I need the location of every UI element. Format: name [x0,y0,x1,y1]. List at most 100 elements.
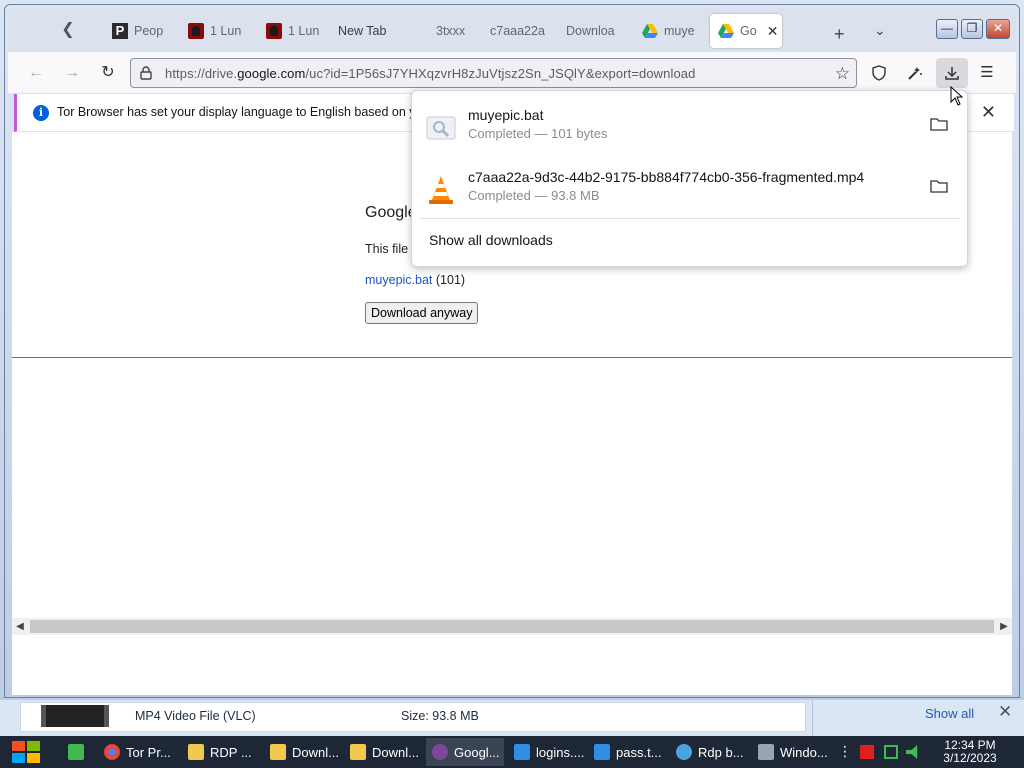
show-all-downloads-button[interactable]: Show all downloads [429,232,553,248]
tab-new-tab[interactable]: New Tab [330,14,410,48]
google-drive-icon [642,24,658,38]
tab-people[interactable]: P Peop [104,14,170,48]
virus-scan-warning-text: This file [365,242,409,256]
file-info: muyepic.bat (101) [365,273,465,287]
vlc-cone-icon [429,176,453,204]
taskbar-tor-browser[interactable]: Googl... [426,738,504,766]
tab-muyepic[interactable]: muye [634,14,704,48]
tab-scroll-left-icon[interactable]: ❮ [56,18,80,42]
downloads-panel: muyepic.bat Completed — 101 bytes c7aaa2… [411,90,968,267]
url-prefix: https://drive. [165,66,238,81]
tab-strip: ❮ P Peop 1 Lun 1 Lun New Tab 3txxx c7aaa… [8,8,1016,52]
explorer-details-pane: MP4 Video File (VLC) Size: 93.8 MB [0,700,1024,736]
url-text[interactable]: https://drive.google.com/uc?id=1P56sJ7YH… [165,66,695,81]
download-status: Completed — 93.8 MB [468,188,600,203]
taskbar-notepadpp[interactable] [62,738,92,766]
page-title: Google [365,204,417,221]
bookmark-star-icon[interactable]: ☆ [835,64,850,84]
tray-overflow-icon[interactable]: ⋮ [838,744,852,758]
taskbar-tor-project[interactable]: Tor Pr... [98,738,178,766]
tor-circuit-broom-icon[interactable] [904,62,926,84]
tab-label: 1 Lun [210,24,242,38]
tab-label: Go [740,24,757,38]
taskbar-vscode-logins[interactable]: logins.... [508,738,586,766]
reload-icon[interactable]: ↻ [96,61,120,85]
taskbar-windows[interactable]: Windo... [752,738,830,766]
downloads-icon[interactable] [936,58,968,88]
tab-label: muye [664,24,695,38]
hamburger-menu-icon[interactable]: ☰ [976,62,998,84]
download-anyway-button[interactable]: Download anyway [365,302,479,324]
tab-list-chevron-icon[interactable]: ⌄ [874,22,886,39]
tab-lun-1[interactable]: 1 Lun [180,14,250,48]
google-drive-icon [718,24,734,38]
scrollbar-thumb[interactable] [30,620,994,633]
notepadpp-icon [68,744,84,760]
download-item[interactable]: c7aaa22a-9d3c-44b2-9175-bb884f774cb0-356… [412,161,967,217]
taskbar-label: RDP ... [210,744,252,760]
taskbar-label: Downl... [292,744,339,760]
download-filename: muyepic.bat [468,107,544,123]
download-item[interactable]: muyepic.bat Completed — 101 bytes [412,99,967,155]
info-icon: i [33,105,49,121]
minimize-button[interactable]: — [936,19,958,39]
mouse-cursor-icon [950,86,964,106]
windows-start-icon[interactable] [8,739,44,765]
taskbar-vscode-pass[interactable]: pass.t... [588,738,666,766]
tab-3txxx[interactable]: 3txxx [428,14,478,48]
taskbar-downloads-folder-2[interactable]: Downl... [344,738,422,766]
clock[interactable]: 12:34 PM 3/12/2023 [940,739,1000,765]
bat-file-icon [426,116,456,140]
show-all-link[interactable]: Show all [925,706,974,721]
tor-browser-icon [432,744,448,760]
taskbar-rdp-folder[interactable]: RDP ... [182,738,260,766]
video-thumbnail [41,705,109,727]
folder-icon[interactable] [930,178,948,194]
monitor-icon [758,744,774,760]
file-size: (101) [435,273,466,287]
globe-icon [676,744,692,760]
red-mask-icon [266,23,282,39]
taskbar-label: Googl... [454,744,500,760]
folder-icon [350,744,366,760]
clock-date: 3/12/2023 [943,751,997,765]
taskbar: Tor Pr... RDP ... Downl... Downl... Goog… [0,736,1024,768]
file-link[interactable]: muyepic.bat [365,273,432,287]
folder-icon[interactable] [930,116,948,132]
scroll-right-arrow-icon[interactable]: ▶ [996,618,1012,635]
url-bar[interactable]: https://drive.google.com/uc?id=1P56sJ7YH… [130,58,857,88]
tab-label: Downloa [566,24,615,38]
tab-label: 1 Lun [288,24,320,38]
back-arrow-icon[interactable]: ← [24,61,48,85]
tab-google-active[interactable]: Go ✕ [710,14,782,48]
close-window-button[interactable]: ✕ [986,19,1010,39]
horizontal-scrollbar[interactable]: ◀ ▶ [12,618,1012,635]
tab-lun-2[interactable]: 1 Lun [258,14,328,48]
red-mask-icon [188,23,204,39]
lock-icon[interactable] [139,66,153,80]
taskbar-downloads-folder[interactable]: Downl... [264,738,342,766]
scroll-left-arrow-icon[interactable]: ◀ [12,618,28,635]
taskbar-label: Windo... [780,744,828,760]
close-icon[interactable]: ✕ [998,702,1012,722]
file-details: MP4 Video File (VLC) Size: 93.8 MB [20,702,806,732]
tab-c7aaa22a[interactable]: c7aaa22a [482,14,548,48]
notification-text: Tor Browser has set your display languag… [57,105,416,119]
new-tab-plus-icon[interactable]: + [834,24,845,45]
forward-arrow-icon[interactable]: → [60,61,84,85]
nav-toolbar: ← → ↻ https://drive.google.com/uc?id=1P5… [8,52,1016,94]
network-icon[interactable] [884,745,898,759]
page-bottom-area [12,635,1012,695]
close-icon[interactable]: ✕ [981,102,996,123]
tab-close-icon[interactable]: ✕ [767,23,779,40]
tab-downloads[interactable]: Downloa [558,14,624,48]
tab-label: c7aaa22a [490,24,545,38]
taskbar-rdp-browser[interactable]: Rdp b... [670,738,748,766]
speaker-icon[interactable] [906,745,918,759]
shield-icon[interactable] [868,62,890,84]
browser-window: ❮ P Peop 1 Lun 1 Lun New Tab 3txxx c7aaa… [0,0,1024,700]
flag-icon[interactable] [860,745,874,759]
divider [420,218,960,219]
maximize-button[interactable]: ❐ [961,19,983,39]
tab-label: New Tab [338,24,387,38]
